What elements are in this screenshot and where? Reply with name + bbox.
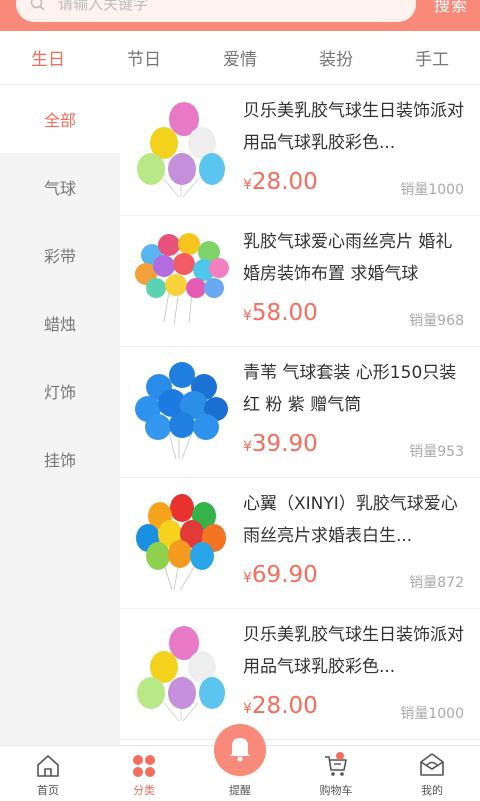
product-title: 贝乐美乳胶气球生日装饰派对用品气球乳胶彩色... [243,101,464,153]
product-image [134,361,229,461]
home-icon [37,755,59,777]
product-title: 贝乐美乳胶气球生日装饰派对用品气球乳胶彩色... [243,625,464,677]
nav-home-label: 首页 [37,784,59,797]
nav-mine[interactable]: 我的 [384,746,480,801]
product-title: 心翼（XINYI）乳胶气球爱心雨丝亮片求婚表白生... [243,494,458,546]
tab-holiday[interactable]: 节日 [96,31,192,84]
product-title: 乳胶气球爱心雨丝亮片 婚礼婚房装饰布置 求婚气球 [243,232,453,284]
sidebar-item-candles[interactable]: 蜡烛 [0,289,120,357]
product-price: ¥69.90 [243,562,318,588]
category-icon [133,755,155,777]
product-list: 贝乐美乳胶气球生日装饰派对用品气球乳胶彩色... ¥28.00 销量1000 乳… [120,85,480,745]
sidebar-item-ribbons[interactable]: 彩带 [0,221,120,289]
product-sales: 销量968 [409,313,464,329]
top-bar: 搜索 [0,0,480,31]
sidebar: 全部 气球 彩带 蜡烛 灯饰 挂饰 [0,85,120,745]
nav-remind[interactable]: 提醒 [192,724,288,801]
search-box[interactable] [16,0,416,22]
product-price: ¥28.00 [243,169,318,195]
tab-birthday[interactable]: 生日 [0,31,96,84]
sidebar-item-lights[interactable]: 灯饰 [0,357,120,425]
product-card[interactable]: 贝乐美乳胶气球生日装饰派对用品气球乳胶彩色... ¥28.00 销量1000 [120,85,480,216]
product-title: 青苇 气球套装 心形150只装 红 粉 紫 赠气筒 [243,363,457,415]
product-sales: 销量1000 [400,182,464,198]
nav-remind-label: 提醒 [229,784,251,797]
product-image [134,99,229,199]
tab-handmade[interactable]: 手工 [384,31,480,84]
bottom-nav: 首页 分类 提醒 购物车 我的 [0,724,480,801]
search-input[interactable] [56,0,380,14]
cart-badge [336,752,344,760]
bell-icon [230,738,250,762]
product-sales: 销量872 [409,575,464,591]
sidebar-item-all[interactable]: 全部 [0,85,120,153]
product-card[interactable]: 贝乐美乳胶气球生日装饰派对用品气球乳胶彩色... ¥28.00 销量1000 [120,609,480,740]
product-price: ¥58.00 [243,300,318,326]
nav-cart[interactable]: 购物车 [288,746,384,801]
search-icon [30,0,46,12]
sidebar-item-balloons[interactable]: 气球 [0,153,120,221]
product-sales: 销量1000 [400,706,464,722]
product-sales: 销量953 [409,444,464,460]
product-image [134,492,229,592]
product-price: ¥39.90 [243,431,318,457]
search-button[interactable]: 搜索 [434,0,468,16]
product-price: ¥28.00 [243,693,318,719]
category-tabs: 生日 节日 爱情 装扮 手工 [0,31,480,85]
remind-button[interactable] [214,724,266,776]
product-card[interactable]: 青苇 气球套装 心形150只装 红 粉 紫 赠气筒 ¥39.90 销量953 [120,347,480,478]
tab-love[interactable]: 爱情 [192,31,288,84]
nav-mine-label: 我的 [421,784,443,797]
product-image [134,230,229,330]
nav-cart-label: 购物车 [319,784,353,797]
tab-decor[interactable]: 装扮 [288,31,384,84]
product-card[interactable]: 心翼（XINYI）乳胶气球爱心雨丝亮片求婚表白生... ¥69.90 销量872 [120,478,480,609]
nav-category[interactable]: 分类 [96,746,192,801]
product-image [134,623,229,723]
product-card[interactable]: 乳胶气球爱心雨丝亮片 婚礼婚房装饰布置 求婚气球 ¥58.00 销量968 [120,216,480,347]
nav-category-label: 分类 [133,784,155,797]
nav-home[interactable]: 首页 [0,746,96,801]
mine-icon [420,753,444,776]
sidebar-item-hangings[interactable]: 挂饰 [0,425,120,493]
